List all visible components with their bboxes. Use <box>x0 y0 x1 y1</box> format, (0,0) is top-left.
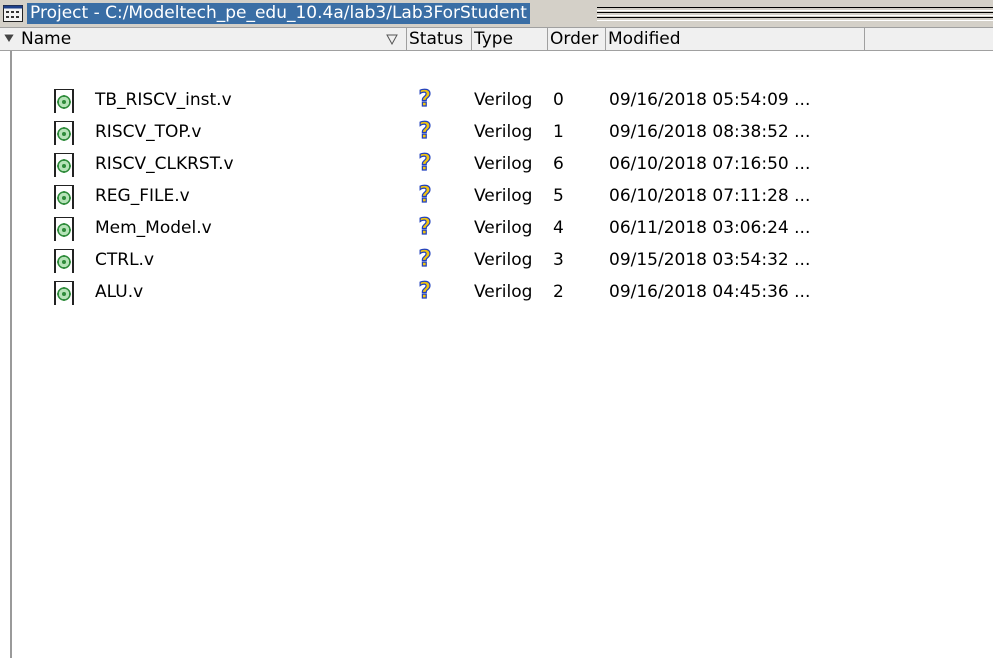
file-type: Verilog <box>474 250 533 270</box>
table-row[interactable]: RISCV_TOP.v ? Verilog 1 09/16/2018 08:38… <box>0 119 993 145</box>
file-type: Verilog <box>474 282 533 302</box>
window-grip[interactable] <box>597 7 993 21</box>
file-list[interactable]: TB_RISCV_inst.v ? Verilog 0 09/16/2018 0… <box>0 51 993 658</box>
file-type: Verilog <box>474 90 533 110</box>
question-mark-icon: ? <box>418 87 432 113</box>
file-modified: 09/15/2018 03:54:32 ... <box>609 250 811 270</box>
file-modified: 06/10/2018 07:11:28 ... <box>609 186 811 206</box>
file-order: 5 <box>553 186 564 206</box>
question-mark-icon: ? <box>418 215 432 241</box>
verilog-file-icon <box>54 249 74 273</box>
svg-text:?: ? <box>419 247 432 272</box>
svg-text:?: ? <box>419 215 432 240</box>
question-mark-icon: ? <box>418 183 432 209</box>
svg-text:?: ? <box>419 87 432 112</box>
verilog-file-icon <box>54 185 74 209</box>
header-name[interactable]: Name <box>0 28 407 50</box>
svg-text:?: ? <box>419 279 432 304</box>
table-row[interactable]: Mem_Model.v ? Verilog 4 06/11/2018 03:06… <box>0 215 993 241</box>
file-order: 1 <box>553 122 564 142</box>
filter-icon[interactable] <box>386 34 398 45</box>
file-modified: 06/11/2018 03:06:24 ... <box>609 218 811 238</box>
table-row[interactable]: REG_FILE.v ? Verilog 5 06/10/2018 07:11:… <box>0 183 993 209</box>
question-mark-icon: ? <box>418 119 432 145</box>
file-order: 0 <box>553 90 564 110</box>
svg-text:?: ? <box>419 183 432 208</box>
verilog-file-icon <box>54 89 74 113</box>
file-modified: 09/16/2018 04:45:36 ... <box>609 282 811 302</box>
file-order: 6 <box>553 154 564 174</box>
svg-text:?: ? <box>419 119 432 144</box>
file-name: TB_RISCV_inst.v <box>95 90 232 110</box>
verilog-file-icon <box>54 281 74 305</box>
header-type[interactable]: Type <box>472 28 548 50</box>
file-modified: 06/10/2018 07:16:50 ... <box>609 154 811 174</box>
header-status[interactable]: Status <box>407 28 472 50</box>
column-headers: Name Status Type Order Modified <box>0 28 993 51</box>
file-modified: 09/16/2018 08:38:52 ... <box>609 122 811 142</box>
file-name: RISCV_CLKRST.v <box>95 154 234 174</box>
file-type: Verilog <box>474 218 533 238</box>
file-name: REG_FILE.v <box>95 186 190 206</box>
header-order[interactable]: Order <box>548 28 606 50</box>
file-order: 2 <box>553 282 564 302</box>
file-type: Verilog <box>474 186 533 206</box>
svg-text:?: ? <box>419 151 432 176</box>
verilog-file-icon <box>54 121 74 145</box>
question-mark-icon: ? <box>418 151 432 177</box>
file-name: CTRL.v <box>95 250 155 270</box>
file-name: RISCV_TOP.v <box>95 122 202 142</box>
table-row[interactable]: ALU.v ? Verilog 2 09/16/2018 04:45:36 ..… <box>0 279 993 305</box>
file-name: Mem_Model.v <box>95 218 212 238</box>
verilog-file-icon <box>54 217 74 241</box>
project-icon <box>3 5 23 22</box>
table-row[interactable]: RISCV_CLKRST.v ? Verilog 6 06/10/2018 07… <box>0 151 993 177</box>
sort-down-icon[interactable] <box>3 32 15 44</box>
file-order: 3 <box>553 250 564 270</box>
file-order: 4 <box>553 218 564 238</box>
file-modified: 09/16/2018 05:54:09 ... <box>609 90 811 110</box>
question-mark-icon: ? <box>418 279 432 305</box>
project-titlebar[interactable]: Project - C:/Modeltech_pe_edu_10.4a/lab3… <box>0 0 993 28</box>
table-row[interactable]: TB_RISCV_inst.v ? Verilog 0 09/16/2018 0… <box>0 87 993 113</box>
window-title: Project - C:/Modeltech_pe_edu_10.4a/lab3… <box>27 3 530 24</box>
file-type: Verilog <box>474 122 533 142</box>
header-modified[interactable]: Modified <box>606 28 865 50</box>
verilog-file-icon <box>54 153 74 177</box>
file-name: ALU.v <box>95 282 144 302</box>
question-mark-icon: ? <box>418 247 432 273</box>
file-type: Verilog <box>474 154 533 174</box>
table-row[interactable]: CTRL.v ? Verilog 3 09/15/2018 03:54:32 .… <box>0 247 993 273</box>
